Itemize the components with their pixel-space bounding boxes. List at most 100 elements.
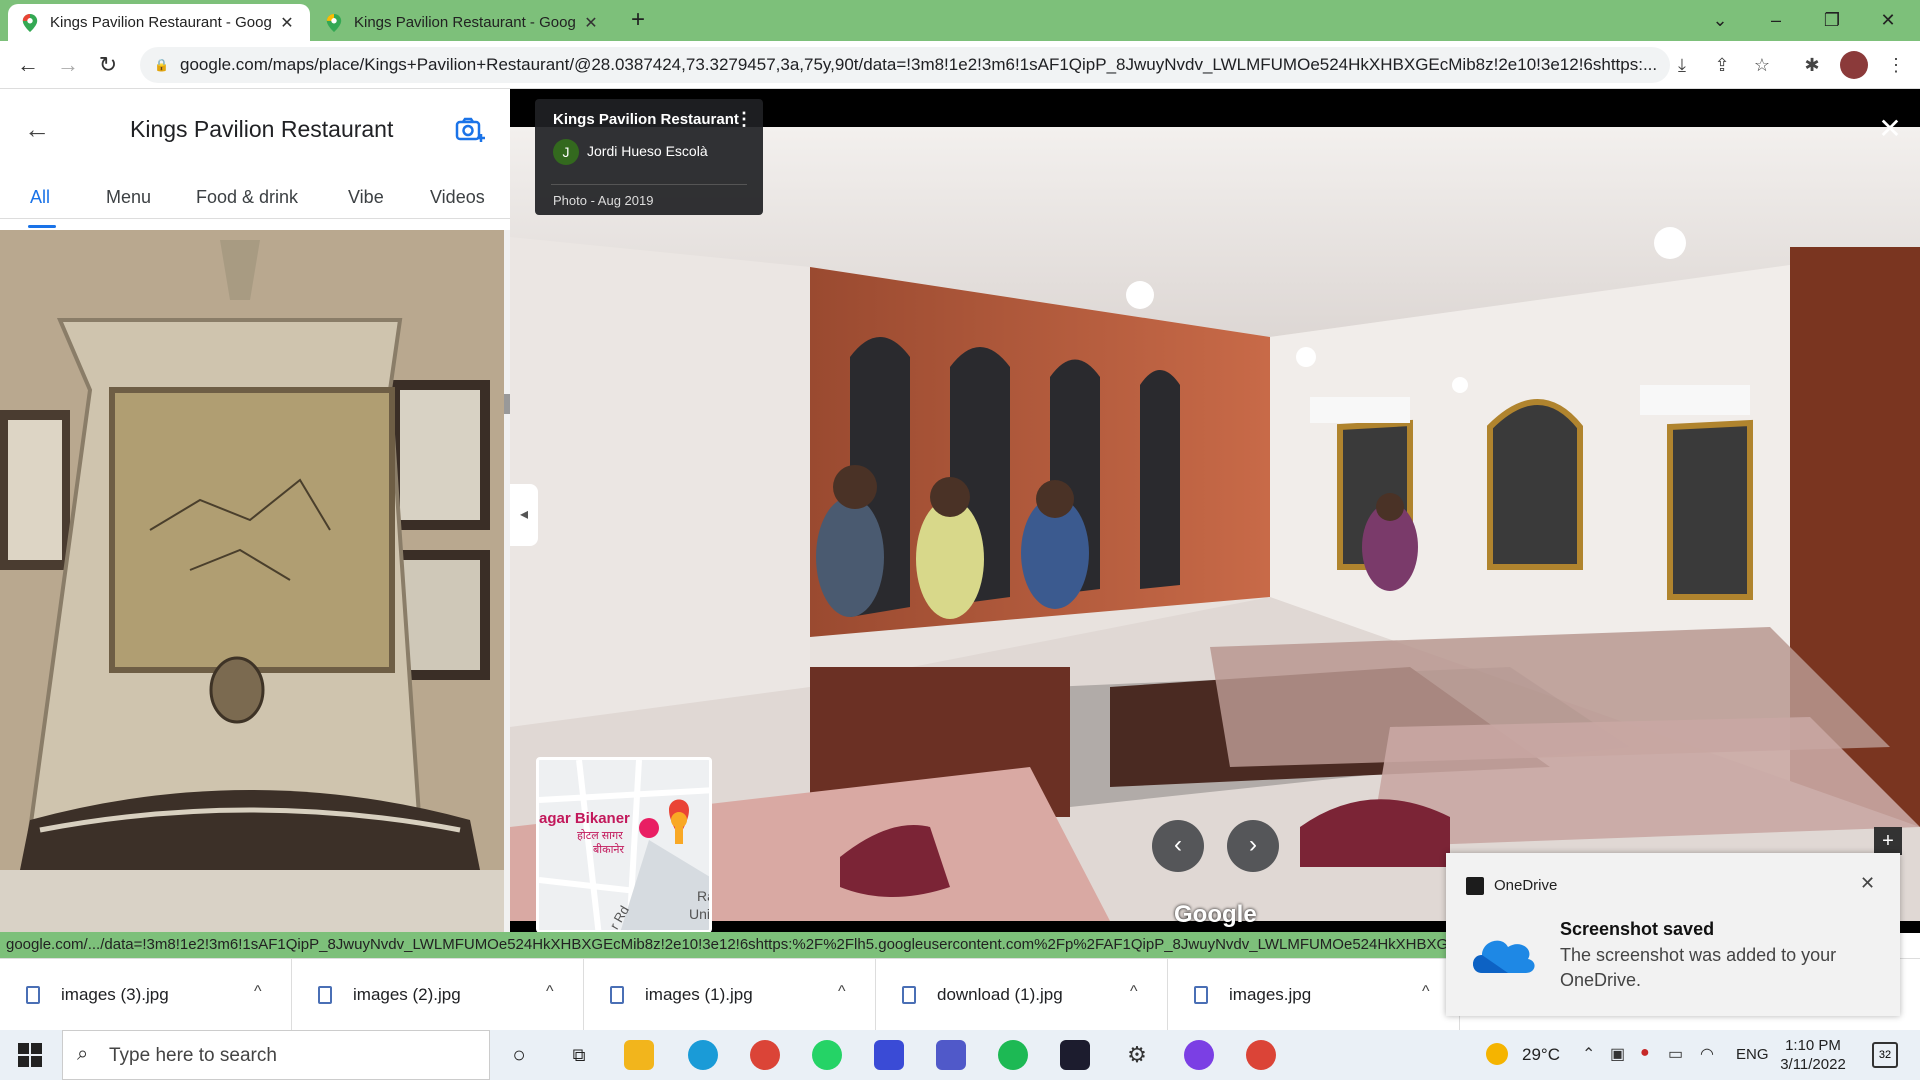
map-label: Ra — [697, 888, 709, 904]
previous-photo-button[interactable]: ‹ — [1152, 820, 1204, 872]
cortana-icon[interactable]: ○ — [504, 1040, 534, 1070]
chevron-up-icon[interactable]: ^ — [1130, 983, 1138, 1001]
language-indicator[interactable]: ENG — [1736, 1046, 1769, 1063]
chrome-icon[interactable] — [750, 1040, 780, 1070]
lock-icon: 🔒 — [154, 58, 169, 72]
address-bar[interactable]: 🔒 google.com/maps/place/Kings+Pavilion+R… — [140, 47, 1670, 83]
file-icon — [26, 986, 40, 1004]
google-watermark: Google — [1174, 901, 1257, 928]
file-icon — [1194, 986, 1208, 1004]
cloud-icon — [1473, 940, 1535, 973]
task-view-icon[interactable]: ⧉ — [564, 1040, 594, 1070]
onedrive-app-icon — [1466, 877, 1484, 895]
tab-title: Kings Pavilion Restaurant - Goog — [50, 14, 272, 31]
zoom-in-button[interactable]: + — [1874, 827, 1902, 855]
tab-search-chevron-icon[interactable]: ⌄ — [1700, 6, 1740, 34]
tab-videos[interactable]: Videos — [430, 187, 485, 208]
photo-thumbnail[interactable] — [0, 230, 504, 933]
chevron-up-icon[interactable]: ^ — [1422, 983, 1430, 1001]
close-viewer-icon[interactable]: ✕ — [1875, 114, 1905, 144]
next-photo-button[interactable]: › — [1227, 820, 1279, 872]
collapse-panel-button[interactable]: ◂ — [510, 484, 538, 546]
windows-taskbar: ⌕ Type here to search ○ ⧉ ⚙ 29°C ⌃ ▣ ● ▭… — [0, 1030, 1920, 1080]
author-avatar[interactable]: J — [553, 139, 579, 165]
photo-info-card: Kings Pavilion Restaurant ⋮ J Jordi Hues… — [535, 99, 763, 215]
chevron-up-icon[interactable]: ^ — [546, 983, 554, 1001]
file-icon — [610, 986, 624, 1004]
chevron-up-icon[interactable]: ^ — [838, 983, 846, 1001]
app-icon[interactable] — [1060, 1040, 1090, 1070]
minimize-icon[interactable]: – — [1756, 6, 1796, 34]
tab-close-icon[interactable]: ✕ — [580, 13, 602, 33]
install-app-icon[interactable]: ⤓ — [1670, 53, 1694, 77]
download-filename: images (3).jpg — [61, 985, 169, 1004]
tab-vibe[interactable]: Vibe — [348, 187, 384, 208]
new-tab-button[interactable]: + — [624, 6, 652, 34]
map-label: होटल सागर — [577, 830, 623, 842]
messenger-icon[interactable] — [1184, 1040, 1214, 1070]
close-icon[interactable]: ✕ — [1860, 873, 1875, 894]
onedrive-notification[interactable]: OneDrive ✕ Screenshot saved The screensh… — [1446, 853, 1900, 1016]
app-icon[interactable] — [874, 1040, 904, 1070]
settings-gear-icon[interactable]: ⚙ — [1122, 1040, 1152, 1070]
photo-author[interactable]: Jordi Hueso Escolà — [587, 143, 708, 159]
more-options-icon[interactable]: ⋮ — [735, 109, 753, 130]
camera-icon[interactable]: ▣ — [1610, 1044, 1625, 1064]
clock-time: 1:10 PM — [1785, 1037, 1841, 1054]
maps-pin-icon — [326, 13, 342, 32]
tab-close-icon[interactable]: ✕ — [276, 13, 298, 33]
whatsapp-icon[interactable] — [812, 1040, 842, 1070]
profile-avatar[interactable] — [1840, 51, 1868, 79]
battery-icon[interactable]: ▭ — [1668, 1044, 1683, 1064]
add-photo-camera-icon[interactable] — [454, 113, 486, 145]
teams-icon[interactable] — [936, 1040, 966, 1070]
active-tab-indicator — [28, 225, 56, 228]
reload-icon[interactable]: ↻ — [92, 49, 124, 81]
browser-menu-icon[interactable]: ⋮ — [1884, 53, 1908, 77]
photo-place-name[interactable]: Kings Pavilion Restaurant — [553, 111, 739, 128]
spotify-icon[interactable] — [998, 1040, 1028, 1070]
back-arrow-icon[interactable]: ← — [24, 113, 56, 145]
back-arrow-icon[interactable]: ← — [12, 49, 44, 81]
temperature[interactable]: 29°C — [1522, 1045, 1560, 1065]
main-photo[interactable] — [510, 127, 1920, 921]
tab-food-drink[interactable]: Food & drink — [196, 187, 298, 208]
chevron-up-icon[interactable]: ⌃ — [1582, 1044, 1595, 1064]
notification-app-name: OneDrive — [1494, 877, 1558, 894]
status-url: google.com/.../data=!3m8!1e2!3m6!1sAF1Qi… — [0, 932, 1450, 958]
taskbar-search-box[interactable]: ⌕ Type here to search — [62, 1030, 490, 1080]
browser-tab[interactable]: Kings Pavilion Restaurant - Goog ✕ — [312, 4, 610, 41]
extensions-puzzle-icon[interactable]: ✱ — [1800, 53, 1824, 77]
close-window-icon[interactable]: ✕ — [1868, 6, 1908, 34]
tab-menu[interactable]: Menu — [106, 187, 151, 208]
share-icon[interactable]: ⇪ — [1710, 53, 1734, 77]
download-item[interactable]: images (3).jpg ^ — [0, 959, 292, 1031]
download-item[interactable]: images (1).jpg ^ — [584, 959, 876, 1031]
edge-icon[interactable] — [688, 1040, 718, 1070]
tab-title: Kings Pavilion Restaurant - Goog — [354, 14, 576, 31]
microphone-icon[interactable]: ● — [1640, 1044, 1650, 1062]
notification-center-icon[interactable]: 32 — [1872, 1042, 1898, 1068]
windows-start-icon[interactable] — [18, 1043, 42, 1067]
tab-all[interactable]: All — [30, 187, 50, 208]
notification-title: Screenshot saved — [1560, 919, 1715, 939]
file-explorer-icon[interactable] — [624, 1040, 654, 1070]
wifi-icon[interactable]: ◠ — [1700, 1044, 1714, 1064]
weather-icon[interactable] — [1486, 1043, 1508, 1065]
panel-header: ← Kings Pavilion Restaurant — [0, 89, 510, 169]
clock-date: 3/11/2022 — [1780, 1056, 1846, 1073]
maximize-icon[interactable]: ❐ — [1812, 6, 1852, 34]
download-item[interactable]: download (1).jpg ^ — [876, 959, 1168, 1031]
file-icon — [318, 986, 332, 1004]
chevron-up-icon[interactable]: ^ — [254, 983, 262, 1001]
forward-arrow-icon[interactable]: → — [52, 49, 84, 81]
clock[interactable]: 1:10 PM 3/11/2022 — [1778, 1036, 1848, 1074]
browser-tab-active[interactable]: Kings Pavilion Restaurant - Goog ✕ — [8, 4, 310, 41]
mini-map[interactable]: agar Bikaner होटल सागर बीकानेर Ra Uni r … — [536, 757, 712, 933]
chrome-active-icon[interactable] — [1246, 1040, 1276, 1070]
bookmark-star-icon[interactable]: ☆ — [1750, 53, 1774, 77]
download-item[interactable]: images.jpg ^ — [1168, 959, 1460, 1031]
place-side-panel: ← Kings Pavilion Restaurant All Menu Foo… — [0, 89, 510, 933]
download-item[interactable]: images (2).jpg ^ — [292, 959, 584, 1031]
browser-tab-strip: Kings Pavilion Restaurant - Goog ✕ Kings… — [0, 0, 1920, 41]
